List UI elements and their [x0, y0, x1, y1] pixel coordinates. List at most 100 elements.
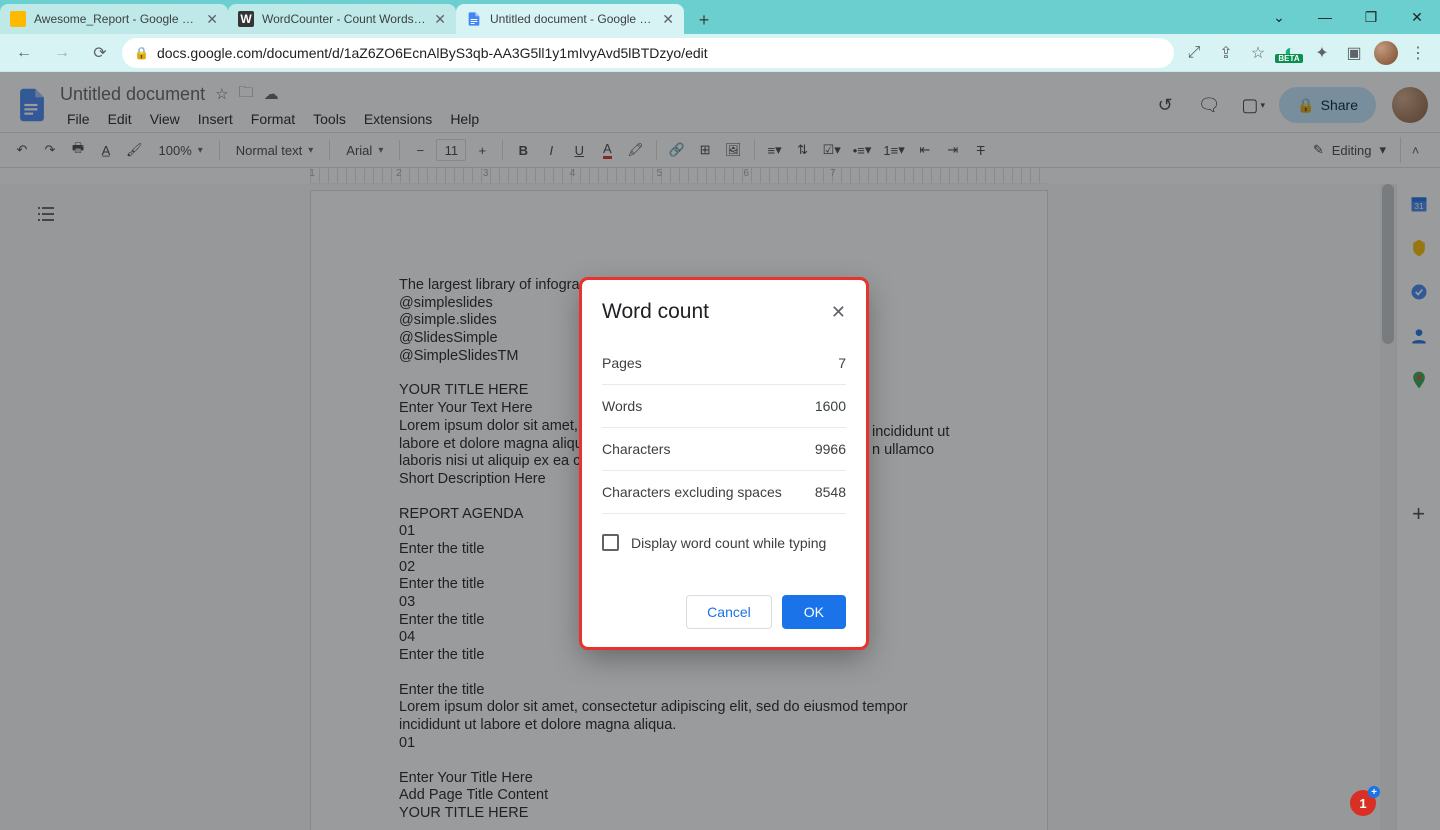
- browser-tab-label: Untitled document - Google Doc: [490, 12, 654, 26]
- calendar-icon[interactable]: 31: [1409, 194, 1429, 214]
- history-icon[interactable]: ↺: [1147, 87, 1183, 123]
- checkbox-icon[interactable]: [602, 534, 619, 551]
- nav-forward-button[interactable]: →: [46, 37, 78, 69]
- caret-down-icon[interactable]: ⌄: [1256, 0, 1302, 34]
- browser-tab-docs[interactable]: Untitled document - Google Doc ✕: [456, 4, 684, 34]
- browser-tab-wordcounter[interactable]: W WordCounter - Count Words & C ✕: [228, 4, 456, 34]
- spellcheck-button[interactable]: A̲: [94, 137, 118, 163]
- add-addon-button[interactable]: +: [1409, 504, 1429, 524]
- share-button[interactable]: 🔒 Share: [1279, 87, 1376, 123]
- extensions-icon[interactable]: ✦: [1308, 39, 1336, 67]
- new-tab-button[interactable]: +: [690, 6, 718, 34]
- row-label: Characters excluding spaces: [602, 484, 782, 500]
- browser-toolbar: ← → ⟳ 🔒 docs.google.com/document/d/1aZ6Z…: [0, 34, 1440, 72]
- menu-format[interactable]: Format: [244, 109, 302, 129]
- browser-tab-slides[interactable]: Awesome_Report - Google Slides ✕: [0, 4, 228, 34]
- menu-file[interactable]: File: [60, 109, 97, 129]
- account-avatar[interactable]: [1392, 87, 1428, 123]
- styles-combo[interactable]: Normal text▾: [228, 143, 322, 158]
- maps-icon[interactable]: [1409, 370, 1429, 390]
- meet-icon[interactable]: ▢▾: [1235, 87, 1271, 123]
- indent-increase-button[interactable]: ⇥: [941, 137, 965, 163]
- tab-close-icon[interactable]: ✕: [434, 11, 446, 28]
- italic-button[interactable]: I: [539, 137, 563, 163]
- address-bar[interactable]: 🔒 docs.google.com/document/d/1aZ6ZO6EcnA…: [122, 38, 1174, 68]
- zoom-icon[interactable]: ⤢: [1180, 39, 1208, 67]
- url-text: docs.google.com/document/d/1aZ6ZO6EcnAlB…: [157, 45, 708, 61]
- underline-button[interactable]: U: [567, 137, 591, 163]
- menu-help[interactable]: Help: [443, 109, 486, 129]
- font-size-minus[interactable]: −: [408, 137, 432, 163]
- collapse-toolbar-button[interactable]: ˄: [1400, 137, 1430, 163]
- font-size-plus[interactable]: +: [470, 137, 494, 163]
- keep-icon[interactable]: [1409, 238, 1429, 258]
- window-close-button[interactable]: ✕: [1394, 0, 1440, 34]
- vertical-scrollbar[interactable]: [1380, 184, 1396, 830]
- move-icon[interactable]: 🗀: [239, 82, 254, 107]
- docs-logo-icon[interactable]: [12, 85, 52, 125]
- menu-edit[interactable]: Edit: [101, 109, 139, 129]
- cancel-button[interactable]: Cancel: [686, 595, 772, 629]
- nav-back-button[interactable]: ←: [8, 37, 40, 69]
- tab-close-icon[interactable]: ✕: [662, 11, 674, 28]
- contacts-icon[interactable]: [1409, 326, 1429, 346]
- word-count-row: Pages7: [602, 342, 846, 385]
- font-combo[interactable]: Arial▾: [338, 143, 391, 158]
- row-value: 8548: [815, 484, 846, 500]
- highlight-button[interactable]: 🖍: [623, 137, 648, 163]
- share-page-icon[interactable]: ⇪: [1212, 39, 1240, 67]
- checklist-button[interactable]: ☑▾: [819, 137, 845, 163]
- tasks-icon[interactable]: [1409, 282, 1429, 302]
- docs-menubar: File Edit View Insert Format Tools Exten…: [60, 109, 486, 129]
- redo-button[interactable]: ↷: [38, 137, 62, 163]
- reader-mode-icon[interactable]: ▣: [1340, 39, 1368, 67]
- horizontal-ruler[interactable]: 1234567: [310, 168, 1048, 184]
- bold-button[interactable]: B: [511, 137, 535, 163]
- extension-beta-icon[interactable]: ◐ BETA: [1276, 39, 1304, 67]
- star-outline-icon[interactable]: ☆: [215, 85, 228, 103]
- ok-button[interactable]: OK: [782, 595, 846, 629]
- window-minimize-button[interactable]: —: [1302, 0, 1348, 34]
- display-while-typing-option[interactable]: Display word count while typing: [602, 534, 846, 551]
- editing-mode-combo[interactable]: ✎ Editing ▾: [1303, 142, 1396, 158]
- menu-view[interactable]: View: [143, 109, 187, 129]
- paint-format-button[interactable]: 🖌: [122, 137, 147, 163]
- window-controls: ⌄ — ❐ ✕: [1256, 0, 1440, 34]
- clear-formatting-button[interactable]: T: [969, 137, 993, 163]
- notification-badge[interactable]: 1: [1350, 790, 1376, 816]
- menu-extensions[interactable]: Extensions: [357, 109, 439, 129]
- undo-button[interactable]: ↶: [10, 137, 34, 163]
- slides-icon: [10, 11, 26, 27]
- chevron-down-icon: ▾: [1379, 142, 1386, 158]
- align-button[interactable]: ≡▾: [763, 137, 787, 163]
- text-color-button[interactable]: A: [595, 137, 619, 163]
- profile-avatar[interactable]: [1372, 39, 1400, 67]
- bulleted-list-button[interactable]: •≡▾: [849, 137, 876, 163]
- star-icon[interactable]: ☆: [1244, 39, 1272, 67]
- comments-icon[interactable]: 🗨: [1191, 87, 1227, 123]
- tab-close-icon[interactable]: ✕: [206, 11, 218, 28]
- menu-tools[interactable]: Tools: [306, 109, 353, 129]
- browser-menu-icon[interactable]: ⋮: [1404, 39, 1432, 67]
- outline-toggle-icon[interactable]: [34, 202, 58, 226]
- line-spacing-button[interactable]: ⇅: [791, 137, 815, 163]
- numbered-list-button[interactable]: 1≡▾: [879, 137, 908, 163]
- browser-right-icons: ⤢ ⇪ ☆ ◐ BETA ✦ ▣ ⋮: [1180, 39, 1432, 67]
- cloud-status-icon[interactable]: ☁: [264, 85, 279, 103]
- nav-reload-button[interactable]: ⟳: [84, 37, 116, 69]
- font-size-input[interactable]: 11: [436, 139, 466, 161]
- zoom-combo[interactable]: 100%▾: [151, 143, 211, 158]
- row-label: Characters: [602, 441, 670, 457]
- window-maximize-button[interactable]: ❐: [1348, 0, 1394, 34]
- checkbox-label: Display word count while typing: [631, 535, 826, 551]
- menu-insert[interactable]: Insert: [191, 109, 240, 129]
- insert-link-button[interactable]: 🔗: [665, 137, 689, 163]
- dialog-close-button[interactable]: ✕: [831, 302, 846, 323]
- add-comment-button[interactable]: ⊞: [693, 137, 717, 163]
- doc-title[interactable]: Untitled document: [60, 84, 205, 105]
- insert-image-button[interactable]: 🖼: [721, 137, 746, 163]
- print-button[interactable]: 🖶: [66, 137, 90, 163]
- indent-decrease-button[interactable]: ⇤: [913, 137, 937, 163]
- chevron-down-icon: ▾: [308, 145, 313, 156]
- scrollbar-thumb[interactable]: [1382, 184, 1394, 344]
